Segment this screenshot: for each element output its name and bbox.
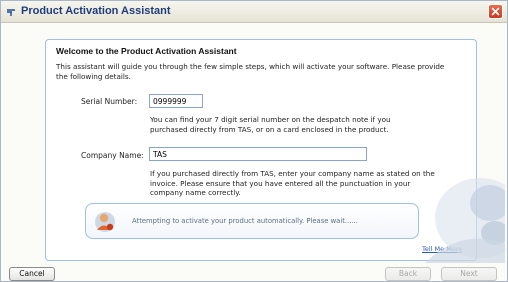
- user-person-icon: [95, 212, 115, 232]
- serial-number-help: You can find your 7 digit serial number …: [150, 115, 391, 134]
- activation-window: Product Activation Assistant Welcome to …: [0, 0, 508, 282]
- next-button[interactable]: Next: [441, 267, 497, 281]
- close-button[interactable]: [488, 4, 503, 19]
- intro-text: This assistant will guide you through th…: [56, 62, 445, 81]
- cancel-button[interactable]: Cancel: [9, 267, 55, 281]
- serial-number-input[interactable]: 0999999: [149, 94, 203, 108]
- decorative-graphic: [385, 173, 505, 263]
- window-title: Product Activation Assistant: [21, 5, 171, 17]
- panel-heading: Welcome to the Product Activation Assist…: [56, 46, 237, 56]
- activation-status-text: Attempting to activate your product auto…: [132, 217, 358, 225]
- title-bar[interactable]: Product Activation Assistant: [1, 1, 507, 23]
- tas-logo-icon: [6, 7, 16, 17]
- back-button[interactable]: Back: [385, 267, 431, 281]
- company-name-label: Company Name:: [81, 151, 144, 160]
- close-icon: [491, 7, 500, 16]
- serial-number-label: Serial Number:: [81, 97, 138, 106]
- company-name-input[interactable]: TAS: [149, 147, 367, 161]
- activation-status-box: Attempting to activate your product auto…: [85, 203, 419, 239]
